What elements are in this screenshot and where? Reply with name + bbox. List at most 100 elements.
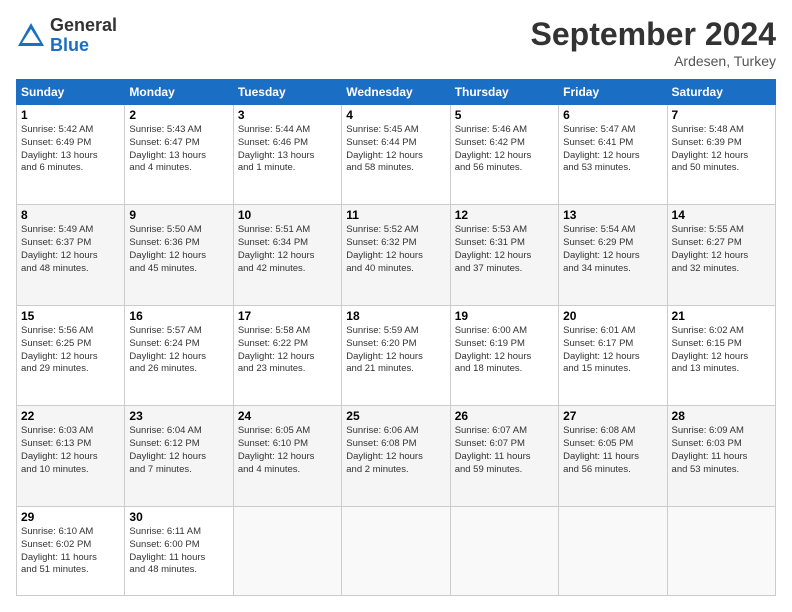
calendar-cell: 13Sunrise: 5:54 AMSunset: 6:29 PMDayligh… <box>559 205 667 305</box>
day-number: 9 <box>129 208 228 222</box>
location: Ardesen, Turkey <box>531 53 776 69</box>
day-number: 21 <box>672 309 771 323</box>
calendar-cell: 1Sunrise: 5:42 AMSunset: 6:49 PMDaylight… <box>17 105 125 205</box>
day-of-week-wednesday: Wednesday <box>342 80 450 105</box>
logo: General Blue <box>16 16 117 56</box>
day-info: Sunrise: 5:46 AMSunset: 6:42 PMDaylight:… <box>455 124 554 175</box>
day-number: 8 <box>21 208 120 222</box>
calendar-week-row: 15Sunrise: 5:56 AMSunset: 6:25 PMDayligh… <box>17 305 776 405</box>
header: General Blue September 2024 Ardesen, Tur… <box>16 16 776 69</box>
day-info: Sunrise: 5:53 AMSunset: 6:31 PMDaylight:… <box>455 224 554 275</box>
day-info: Sunrise: 5:44 AMSunset: 6:46 PMDaylight:… <box>238 124 337 175</box>
calendar-cell: 22 Sunrise: 6:03 AMSunset: 6:13 PMDayligh… <box>17 406 125 506</box>
calendar-cell: 27Sunrise: 6:08 AMSunset: 6:05 PMDayligh… <box>559 406 667 506</box>
calendar-cell: 10 Sunrise: 5:51 AMSunset: 6:34 PMDayligh… <box>233 205 341 305</box>
day-info: Sunrise: 6:01 AMSunset: 6:17 PMDaylight:… <box>563 325 662 376</box>
day-of-week-sunday: Sunday <box>17 80 125 105</box>
logo-text: General Blue <box>50 16 117 56</box>
day-info: Sunrise: 6:07 AMSunset: 6:07 PMDaylight:… <box>455 425 554 476</box>
day-number: 20 <box>563 309 662 323</box>
day-number: 16 <box>129 309 228 323</box>
calendar-cell: 20 Sunrise: 6:01 AMSunset: 6:17 PMDayligh… <box>559 305 667 405</box>
day-info: Sunrise: 5:54 AMSunset: 6:29 PMDaylight:… <box>563 224 662 275</box>
day-info: Sunrise: 5:51 AMSunset: 6:34 PMDaylight:… <box>238 224 337 275</box>
day-info: Sunrise: 6:02 AMSunset: 6:15 PMDaylight:… <box>672 325 771 376</box>
calendar-cell: 5 Sunrise: 5:46 AMSunset: 6:42 PMDaylight… <box>450 105 558 205</box>
day-number: 5 <box>455 108 554 122</box>
calendar-week-row: 29 Sunrise: 6:10 AMSunset: 6:02 PMDayligh… <box>17 506 776 595</box>
calendar-cell: 18 Sunrise: 5:59 AMSunset: 6:20 PMDayligh… <box>342 305 450 405</box>
day-info: Sunrise: 6:03 AMSunset: 6:13 PMDaylight:… <box>21 425 120 476</box>
day-info: Sunrise: 6:11 AMSunset: 6:00 PMDaylight:… <box>129 526 228 577</box>
day-number: 14 <box>672 208 771 222</box>
calendar-header-row: SundayMondayTuesdayWednesdayThursdayFrid… <box>17 80 776 105</box>
calendar-cell: 12 Sunrise: 5:53 AMSunset: 6:31 PMDayligh… <box>450 205 558 305</box>
calendar-cell: 9Sunrise: 5:50 AMSunset: 6:36 PMDaylight… <box>125 205 233 305</box>
calendar-cell: 19 Sunrise: 6:00 AMSunset: 6:19 PMDayligh… <box>450 305 558 405</box>
calendar-cell <box>342 506 450 595</box>
logo-icon <box>16 21 46 51</box>
calendar-cell: 24 Sunrise: 6:05 AMSunset: 6:10 PMDayligh… <box>233 406 341 506</box>
calendar-cell <box>559 506 667 595</box>
calendar-cell: 25Sunrise: 6:06 AMSunset: 6:08 PMDayligh… <box>342 406 450 506</box>
calendar-cell: 17 Sunrise: 5:58 AMSunset: 6:22 PMDayligh… <box>233 305 341 405</box>
calendar-cell: 16 Sunrise: 5:57 AMSunset: 6:24 PMDayligh… <box>125 305 233 405</box>
day-info: Sunrise: 5:47 AMSunset: 6:41 PMDaylight:… <box>563 124 662 175</box>
calendar: SundayMondayTuesdayWednesdayThursdayFrid… <box>16 79 776 596</box>
day-number: 4 <box>346 108 445 122</box>
day-info: Sunrise: 5:56 AMSunset: 6:25 PMDaylight:… <box>21 325 120 376</box>
calendar-week-row: 1Sunrise: 5:42 AMSunset: 6:49 PMDaylight… <box>17 105 776 205</box>
day-number: 12 <box>455 208 554 222</box>
calendar-cell <box>233 506 341 595</box>
day-info: Sunrise: 5:59 AMSunset: 6:20 PMDaylight:… <box>346 325 445 376</box>
logo-general-text: General <box>50 16 117 36</box>
day-info: Sunrise: 6:00 AMSunset: 6:19 PMDaylight:… <box>455 325 554 376</box>
day-of-week-monday: Monday <box>125 80 233 105</box>
day-info: Sunrise: 6:08 AMSunset: 6:05 PMDaylight:… <box>563 425 662 476</box>
day-number: 24 <box>238 409 337 423</box>
day-number: 3 <box>238 108 337 122</box>
calendar-cell: 21 Sunrise: 6:02 AMSunset: 6:15 PMDayligh… <box>667 305 775 405</box>
day-number: 19 <box>455 309 554 323</box>
day-number: 10 <box>238 208 337 222</box>
calendar-cell: 26 Sunrise: 6:07 AMSunset: 6:07 PMDayligh… <box>450 406 558 506</box>
day-number: 22 <box>21 409 120 423</box>
day-number: 29 <box>21 510 120 524</box>
day-number: 11 <box>346 208 445 222</box>
day-number: 30 <box>129 510 228 524</box>
calendar-cell: 7 Sunrise: 5:48 AMSunset: 6:39 PMDaylight… <box>667 105 775 205</box>
day-info: Sunrise: 5:52 AMSunset: 6:32 PMDaylight:… <box>346 224 445 275</box>
calendar-cell: 30 Sunrise: 6:11 AMSunset: 6:00 PMDayligh… <box>125 506 233 595</box>
day-info: Sunrise: 5:49 AMSunset: 6:37 PMDaylight:… <box>21 224 120 275</box>
day-info: Sunrise: 5:42 AMSunset: 6:49 PMDaylight:… <box>21 124 120 175</box>
calendar-cell: 29 Sunrise: 6:10 AMSunset: 6:02 PMDayligh… <box>17 506 125 595</box>
day-info: Sunrise: 6:05 AMSunset: 6:10 PMDaylight:… <box>238 425 337 476</box>
title-area: September 2024 Ardesen, Turkey <box>531 16 776 69</box>
day-of-week-saturday: Saturday <box>667 80 775 105</box>
day-number: 18 <box>346 309 445 323</box>
day-number: 26 <box>455 409 554 423</box>
day-info: Sunrise: 6:06 AMSunset: 6:08 PMDaylight:… <box>346 425 445 476</box>
month-title: September 2024 <box>531 16 776 53</box>
day-info: Sunrise: 6:09 AMSunset: 6:03 PMDaylight:… <box>672 425 771 476</box>
day-of-week-friday: Friday <box>559 80 667 105</box>
day-info: Sunrise: 5:57 AMSunset: 6:24 PMDaylight:… <box>129 325 228 376</box>
calendar-cell: 2Sunrise: 5:43 AMSunset: 6:47 PMDaylight… <box>125 105 233 205</box>
day-info: Sunrise: 5:58 AMSunset: 6:22 PMDaylight:… <box>238 325 337 376</box>
day-info: Sunrise: 5:48 AMSunset: 6:39 PMDaylight:… <box>672 124 771 175</box>
calendar-week-row: 22 Sunrise: 6:03 AMSunset: 6:13 PMDayligh… <box>17 406 776 506</box>
day-number: 23 <box>129 409 228 423</box>
calendar-cell: 28 Sunrise: 6:09 AMSunset: 6:03 PMDayligh… <box>667 406 775 506</box>
day-info: Sunrise: 5:45 AMSunset: 6:44 PMDaylight:… <box>346 124 445 175</box>
calendar-cell: 8 Sunrise: 5:49 AMSunset: 6:37 PMDaylight… <box>17 205 125 305</box>
day-of-week-tuesday: Tuesday <box>233 80 341 105</box>
calendar-cell: 15Sunrise: 5:56 AMSunset: 6:25 PMDayligh… <box>17 305 125 405</box>
day-number: 17 <box>238 309 337 323</box>
day-number: 7 <box>672 108 771 122</box>
day-number: 28 <box>672 409 771 423</box>
calendar-cell <box>450 506 558 595</box>
day-number: 2 <box>129 108 228 122</box>
day-info: Sunrise: 6:10 AMSunset: 6:02 PMDaylight:… <box>21 526 120 577</box>
day-of-week-thursday: Thursday <box>450 80 558 105</box>
logo-blue-text: Blue <box>50 36 117 56</box>
